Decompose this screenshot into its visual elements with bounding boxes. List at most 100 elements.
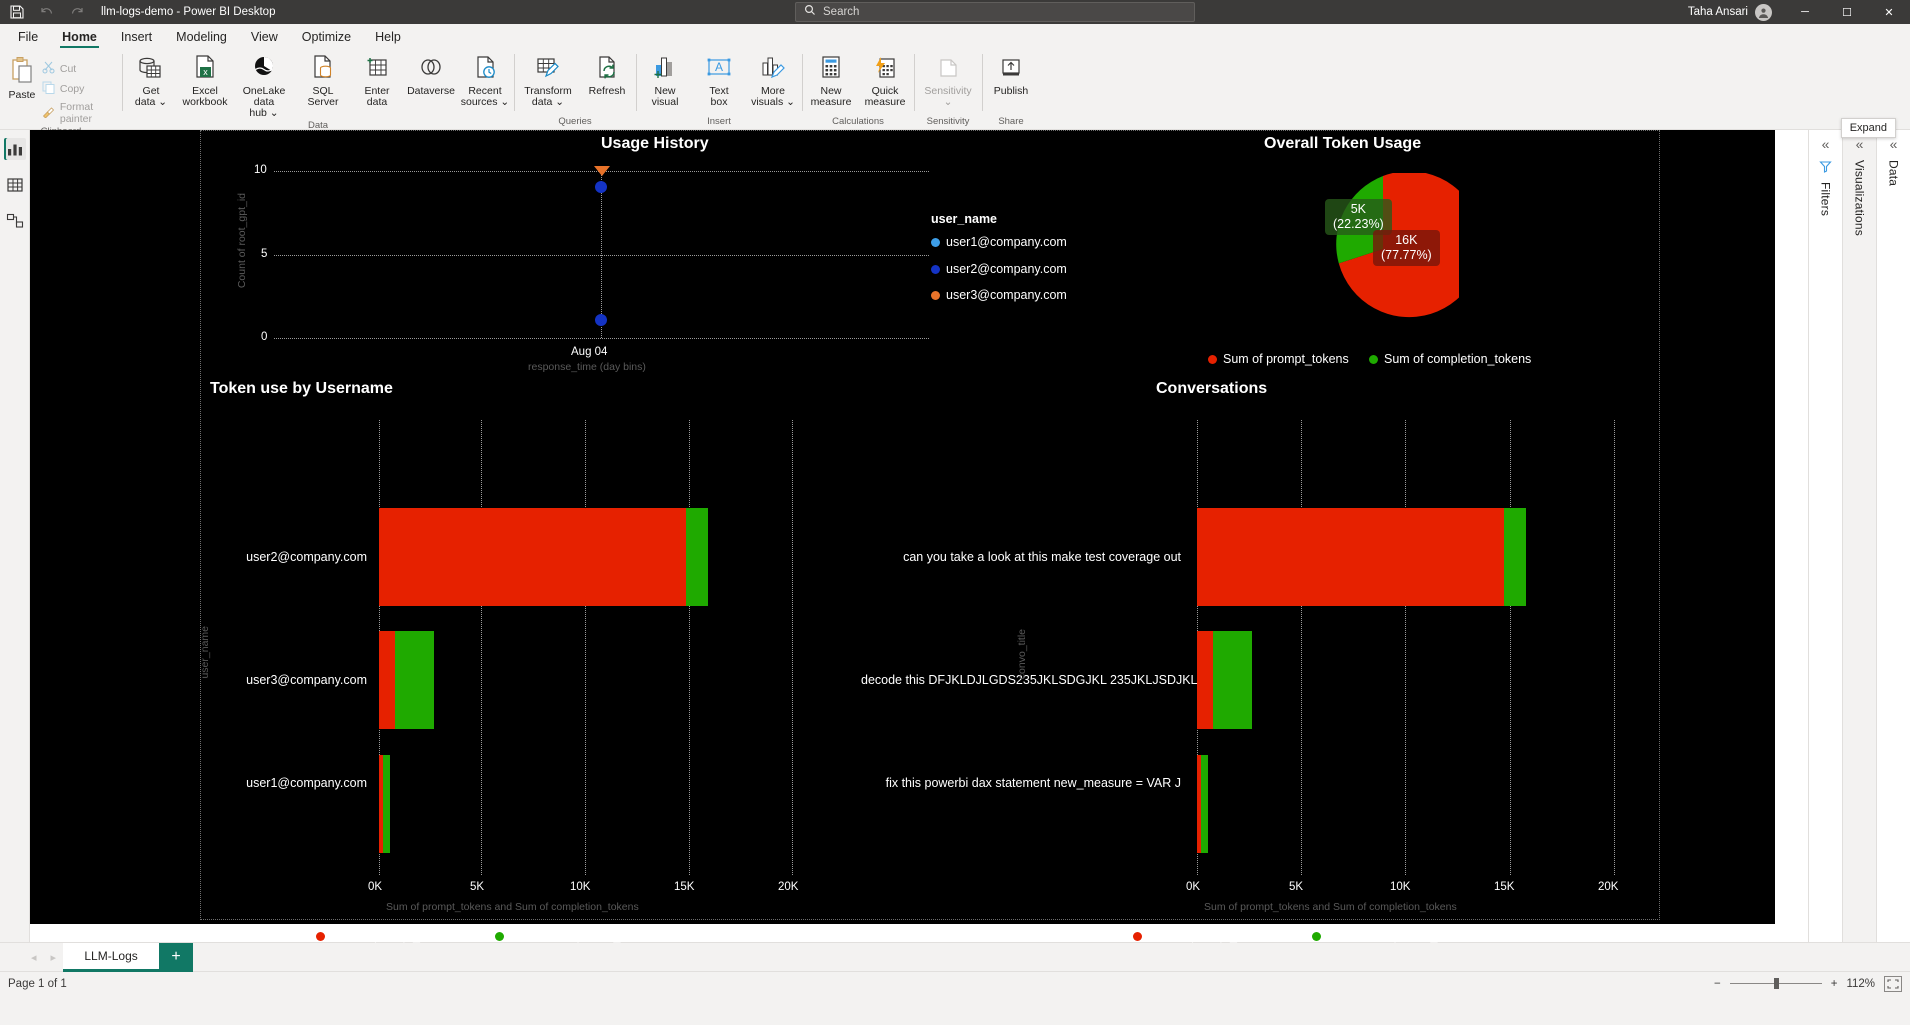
text-box-button[interactable]: A Text box xyxy=(692,52,746,108)
cut-button[interactable]: Cut xyxy=(42,61,120,77)
token-use-xtick: 15K xyxy=(674,881,695,893)
excel-workbook-button[interactable]: x Excel workbook xyxy=(178,52,232,108)
token-use-bar-user2-completion[interactable] xyxy=(686,508,708,606)
overall-token-usage-legend-prompt[interactable]: Sum of prompt_tokens xyxy=(1208,352,1349,366)
token-use-legend-completion[interactable]: Sum of completion_tokens xyxy=(495,929,657,943)
undo-icon[interactable] xyxy=(39,4,55,20)
usage-history-legend-item-user3[interactable]: user3@company.com xyxy=(931,288,1067,302)
transform-data-icon xyxy=(533,54,563,84)
filters-panel[interactable]: « Filters xyxy=(1808,130,1842,942)
publish-button[interactable]: Publish xyxy=(984,52,1038,97)
conversations-legend-prompt[interactable]: Sum of prompt_tokens xyxy=(1133,929,1274,943)
minimize-button[interactable]: ─ xyxy=(1784,0,1826,24)
collapse-icon[interactable]: « xyxy=(1856,136,1864,152)
token-use-y-axis-label: user_name xyxy=(199,626,211,679)
new-visual-button[interactable]: New visual xyxy=(638,52,692,108)
ribbon-tab-strip: File Home Insert Modeling View Optimize … xyxy=(0,24,1910,48)
ribbon-tab-help[interactable]: Help xyxy=(363,28,413,48)
usage-history-point-user3[interactable] xyxy=(594,166,610,176)
more-visuals-button[interactable]: More visuals ⌄ xyxy=(746,52,800,108)
conversations-bar-3-completion[interactable] xyxy=(1201,755,1208,853)
fit-to-page-icon[interactable] xyxy=(1884,975,1902,992)
onelake-data-hub-label: OneLake data hub ⌄ xyxy=(242,85,286,119)
table-view-icon[interactable] xyxy=(4,174,26,196)
conversations-bar-1-prompt[interactable] xyxy=(1197,508,1504,606)
transform-data-button[interactable]: Transform data ⌄ xyxy=(516,52,580,108)
redo-icon[interactable] xyxy=(69,4,85,20)
paste-button[interactable]: Paste xyxy=(2,56,42,101)
ribbon-tab-file[interactable]: File xyxy=(6,28,50,48)
report-page[interactable]: Usage History 10 5 0 Aug 04 Count of roo… xyxy=(199,130,1660,943)
token-use-legend-prompt[interactable]: Sum of prompt_tokens xyxy=(316,929,457,943)
refresh-button[interactable]: Refresh xyxy=(580,52,634,97)
overall-token-usage-legend-completion[interactable]: Sum of completion_tokens xyxy=(1369,352,1531,366)
enter-data-button[interactable]: Enter data xyxy=(350,52,404,108)
sql-server-button[interactable]: SQL Server xyxy=(296,52,350,108)
usage-history-ytick: 5 xyxy=(261,248,268,260)
zoom-out-button[interactable]: − xyxy=(1714,978,1721,990)
conversations-xtick: 10K xyxy=(1390,881,1411,893)
zoom-in-button[interactable]: + xyxy=(1831,978,1838,990)
maximize-button[interactable]: ☐ xyxy=(1826,0,1868,24)
onelake-data-hub-button[interactable]: OneLake data hub ⌄ xyxy=(232,52,296,119)
dataverse-button[interactable]: Dataverse xyxy=(404,52,458,97)
quick-measure-button[interactable]: Quick measure xyxy=(858,52,912,108)
zoom-slider[interactable] xyxy=(1729,978,1822,989)
recent-sources-button[interactable]: Recent sources ⌄ xyxy=(458,52,512,108)
token-use-bar-user3-completion[interactable] xyxy=(395,631,434,729)
ribbon-tab-view[interactable]: View xyxy=(239,28,290,48)
collapse-icon[interactable]: « xyxy=(1890,136,1898,152)
next-page-arrow[interactable]: ▸ xyxy=(44,951,64,964)
usage-history-title: Usage History xyxy=(601,135,709,152)
get-data-button[interactable]: Get data ⌄ xyxy=(124,52,178,108)
visualizations-panel[interactable]: « Visualizations xyxy=(1842,130,1876,942)
ribbon-tab-home[interactable]: Home xyxy=(50,28,109,48)
usage-history-point-user1[interactable] xyxy=(595,314,607,326)
legend-dot-icon xyxy=(1369,354,1378,364)
add-page-button[interactable]: + xyxy=(159,942,194,972)
conversations-bar-2-prompt[interactable] xyxy=(1197,631,1213,729)
ribbon-group-label-sensitivity: Sensitivity xyxy=(926,116,970,127)
close-button[interactable]: ✕ xyxy=(1868,0,1910,24)
data-panel[interactable]: « Data xyxy=(1876,130,1910,942)
ribbon-group-clipboard: Paste Cut Copy Format painter xyxy=(0,48,122,137)
ribbon-tab-optimize[interactable]: Optimize xyxy=(290,28,363,48)
token-use-bar-user3-prompt[interactable] xyxy=(379,631,395,729)
format-painter-button[interactable]: Format painter xyxy=(42,101,120,125)
collapse-icon[interactable]: « xyxy=(1822,136,1830,152)
avatar[interactable] xyxy=(1755,3,1772,21)
conversations-bar-2-completion[interactable] xyxy=(1213,631,1252,729)
zoom-slider-thumb[interactable] xyxy=(1773,978,1779,989)
publish-icon xyxy=(996,54,1026,84)
page-tab-llm-logs[interactable]: LLM-Logs xyxy=(63,942,160,972)
model-view-icon[interactable] xyxy=(4,210,26,232)
token-use-x-axis-label: Sum of prompt_tokens and Sum of completi… xyxy=(386,901,639,913)
report-view-icon[interactable] xyxy=(3,138,26,160)
sensitivity-button[interactable]: Sensitivity ⌄ xyxy=(916,52,980,108)
new-measure-button[interactable]: New measure xyxy=(804,52,858,108)
pie-label-prompt-tokens: 16K (77.77%) xyxy=(1373,230,1440,266)
conversations-bar-1-completion[interactable] xyxy=(1504,508,1526,606)
ribbon: Paste Cut Copy Format painter Get data ⌄… xyxy=(0,48,1910,137)
conversations-legend-completion[interactable]: Sum of completion_tokens xyxy=(1312,929,1474,943)
ribbon-tab-insert[interactable]: Insert xyxy=(109,28,164,48)
usage-history-x-axis-label: response_time (day bins) xyxy=(528,361,646,373)
scissors-icon xyxy=(42,61,55,77)
prev-page-arrow[interactable]: ◂ xyxy=(24,951,44,964)
save-icon[interactable] xyxy=(9,4,25,20)
pie-label-percent: (22.23%) xyxy=(1333,217,1384,231)
token-use-bar-user2-prompt[interactable] xyxy=(379,508,686,606)
ribbon-tab-modeling[interactable]: Modeling xyxy=(164,28,239,48)
usage-history-legend-item-user2[interactable]: user2@company.com xyxy=(931,262,1067,276)
usage-history-xtick: Aug 04 xyxy=(571,346,608,358)
usage-history-legend-item-user1[interactable]: user1@company.com xyxy=(931,235,1067,249)
zoom-controls: − + 112% xyxy=(1714,975,1902,992)
ribbon-group-label-insert: Insert xyxy=(707,116,731,127)
copy-button[interactable]: Copy xyxy=(42,81,120,97)
legend-dot-icon xyxy=(931,237,940,247)
token-use-bar-user1-completion[interactable] xyxy=(383,755,390,853)
paste-label: Paste xyxy=(8,89,36,101)
report-canvas[interactable]: Usage History 10 5 0 Aug 04 Count of roo… xyxy=(30,130,1775,943)
search-input[interactable]: Search xyxy=(795,2,1195,22)
usage-history-point-user2[interactable] xyxy=(595,181,607,193)
